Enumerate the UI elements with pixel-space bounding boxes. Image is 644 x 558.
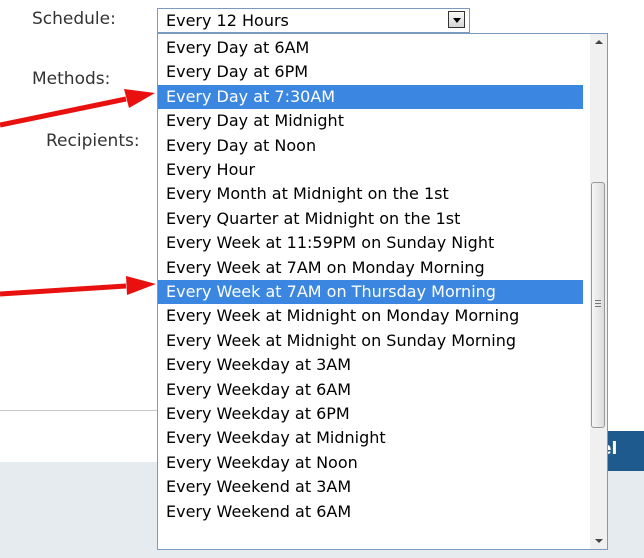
annotation-arrow-icon [0,89,155,128]
annotation-arrows [0,89,156,297]
annotation-arrow-icon [0,276,156,297]
